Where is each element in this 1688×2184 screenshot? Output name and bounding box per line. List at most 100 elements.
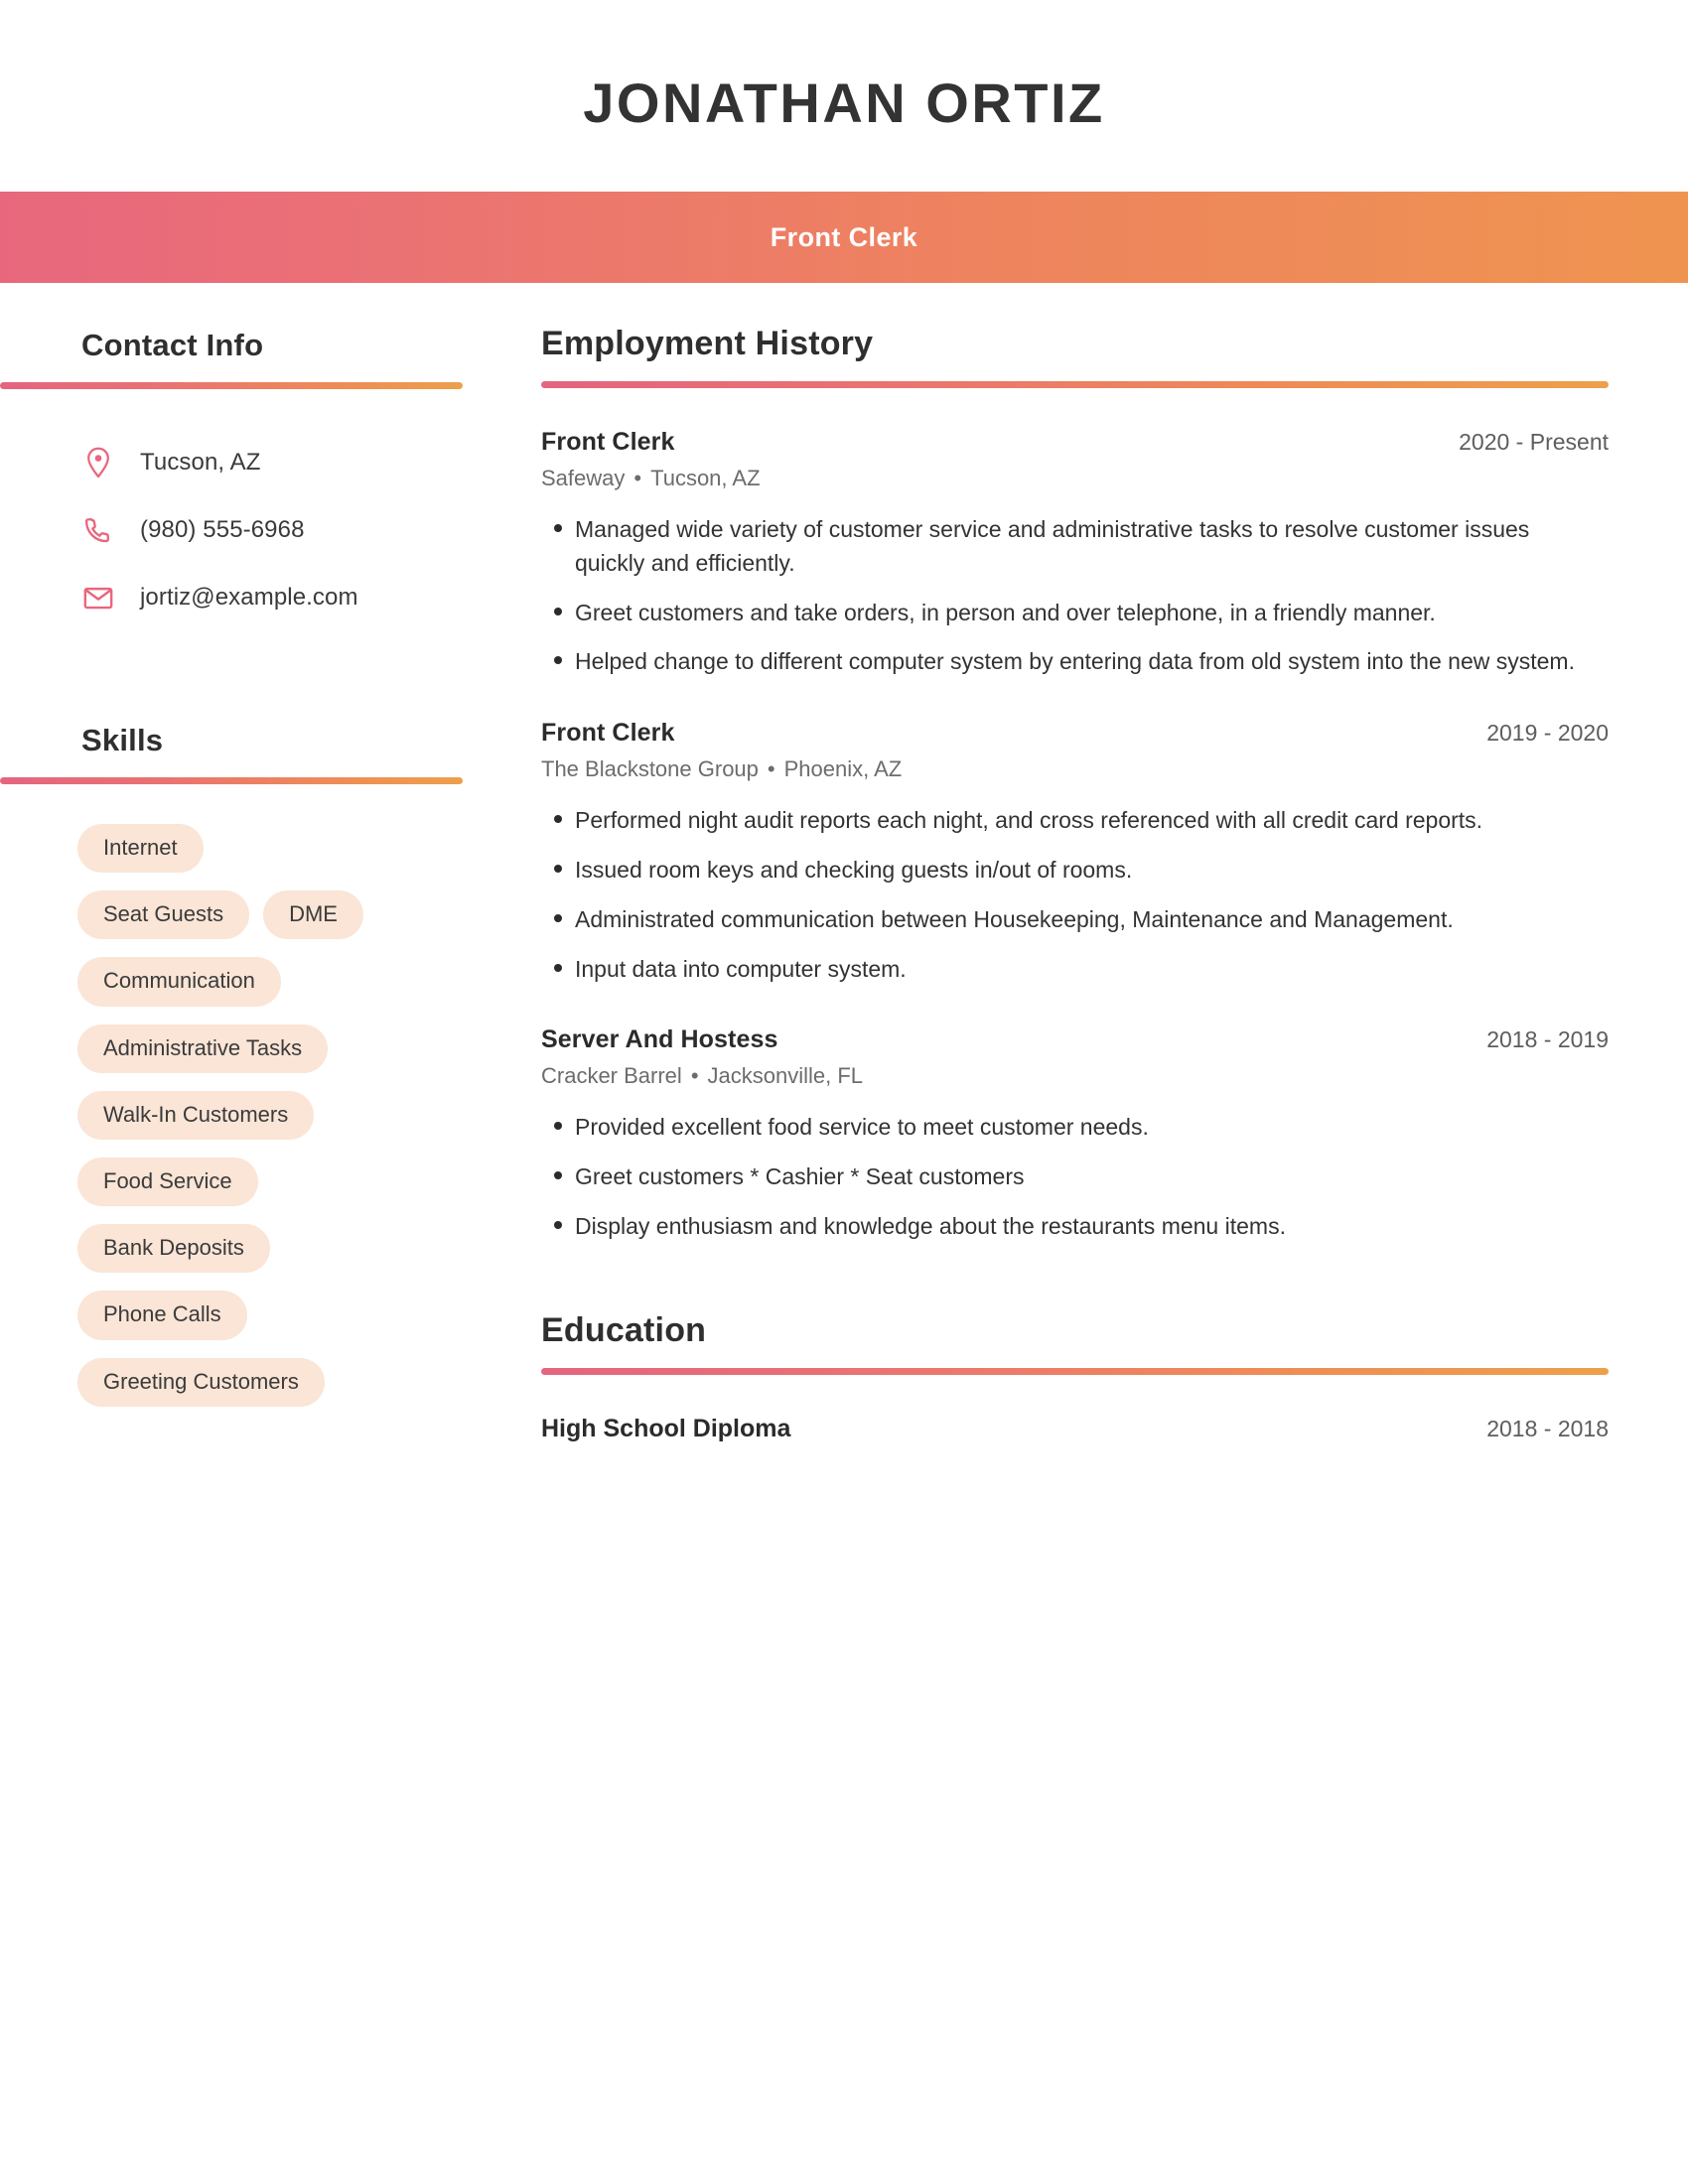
job-entry: Front Clerk 2019 - 2020 The Blackstone Gro… <box>541 719 1609 986</box>
bullet-dot-icon <box>541 645 575 665</box>
job-bullet-text: Greet customers * Cashier * Seat custome… <box>575 1163 1025 1190</box>
candidate-name: JONATHAN ORTIZ <box>583 71 1105 134</box>
contact-item-location: Tucson, AZ <box>81 429 541 496</box>
job-header: Front Clerk 2020 - Present <box>541 428 1609 457</box>
skills-divider <box>0 777 463 784</box>
job-bullet: Greet customers * Cashier * Seat custome… <box>541 1160 1609 1194</box>
education-divider <box>541 1367 1609 1375</box>
job-bullet: Provided excellent food service to meet … <box>541 1111 1609 1145</box>
education-section: Education High School Diploma 2018 - 2018 <box>541 1311 1609 1443</box>
job-bullet: Managed wide variety of customer service… <box>541 513 1609 581</box>
resume-body: Contact Info Tucson, AZ (980) 555-6968 j… <box>0 283 1688 1443</box>
envelope-icon <box>81 586 115 610</box>
employment-history-section: Employment History Front Clerk 2020 - Pre… <box>541 325 1609 1244</box>
job-company: Cracker Barrel <box>541 1063 682 1089</box>
bullet-dot-icon <box>541 1111 575 1131</box>
contact-phone-value: (980) 555-6968 <box>140 516 305 543</box>
bullet-dot-icon <box>541 1210 575 1229</box>
bullet-dot-icon <box>541 804 575 824</box>
job-bullet: Display enthusiasm and knowledge about t… <box>541 1210 1609 1244</box>
skills-list: Internet Seat Guests DME Communication Admin… <box>0 824 463 1407</box>
sidebar: Contact Info Tucson, AZ (980) 555-6968 j… <box>0 283 541 1407</box>
job-title: Front Clerk <box>541 719 675 748</box>
job-company-location: Safeway • Tucson, AZ <box>541 466 1609 491</box>
contact-item-email: jortiz@example.com <box>81 564 541 631</box>
job-bullet: Issued room keys and checking guests in/… <box>541 854 1609 887</box>
bullet-separator-icon: • <box>633 466 642 490</box>
location-pin-icon <box>81 447 115 478</box>
contact-list: Tucson, AZ (980) 555-6968 jortiz@example… <box>0 429 541 631</box>
job-list: Front Clerk 2020 - Present Safeway • Tucson,… <box>541 428 1609 1244</box>
job-bullet-text: Input data into computer system. <box>575 955 907 982</box>
job-bullet-text: Issued room keys and checking guests in/… <box>575 856 1133 883</box>
job-header: Front Clerk 2019 - 2020 <box>541 719 1609 748</box>
employment-history-divider <box>541 381 1609 388</box>
job-dates: 2018 - 2019 <box>1486 1026 1609 1053</box>
candidate-job-title: Front Clerk <box>770 221 918 252</box>
education-entry: High School Diploma 2018 - 2018 <box>541 1415 1609 1443</box>
job-header: Server And Hostess 2018 - 2019 <box>541 1025 1609 1054</box>
bullet-dot-icon <box>541 953 575 972</box>
job-title: Server And Hostess <box>541 1025 778 1054</box>
job-company: Safeway <box>541 466 626 490</box>
job-bullet: Input data into computer system. <box>541 953 1609 987</box>
skill-pill: Communication <box>77 957 281 1007</box>
job-location: Tucson, AZ <box>650 466 761 490</box>
job-dates: 2020 - Present <box>1459 429 1609 455</box>
bullet-dot-icon <box>541 513 575 532</box>
skill-pill: DME <box>263 890 363 940</box>
bullet-dot-icon <box>541 1160 575 1180</box>
job-location: Jacksonville, FL <box>707 1063 864 1089</box>
job-bullet: Administrated communication between Hous… <box>541 903 1609 937</box>
contact-location-value: Tucson, AZ <box>140 449 261 476</box>
job-bullet: Helped change to different computer syst… <box>541 645 1609 679</box>
job-entry: Server And Hostess 2018 - 2019 Cracker Bar… <box>541 1025 1609 1243</box>
job-title: Front Clerk <box>541 428 675 456</box>
main-column: Employment History Front Clerk 2020 - Pre… <box>541 283 1688 1443</box>
employment-history-heading: Employment History <box>541 325 874 362</box>
job-bullet-text: Provided excellent food service to meet … <box>575 1114 1149 1141</box>
job-bullet-text: Helped change to different computer syst… <box>575 648 1575 675</box>
job-bullet-text: Greet customers and take orders, in pers… <box>575 599 1436 625</box>
contact-info-section: Contact Info Tucson, AZ (980) 555-6968 j… <box>0 328 541 631</box>
job-bullet-list: Performed night audit reports each night… <box>541 804 1609 986</box>
skill-pill: Phone Calls <box>77 1291 247 1340</box>
skill-pill: Administrative Tasks <box>77 1024 329 1073</box>
contact-info-heading: Contact Info <box>81 328 264 362</box>
job-company-location: Cracker Barrel • Jacksonville, FL <box>541 1063 1609 1089</box>
skill-pill: Seat Guests <box>77 890 250 940</box>
job-location: Phoenix, AZ <box>783 756 903 782</box>
bullet-dot-icon <box>541 854 575 873</box>
job-bullet-list: Provided excellent food service to meet … <box>541 1111 1609 1243</box>
job-entry: Front Clerk 2020 - Present Safeway • Tucson,… <box>541 428 1609 679</box>
skill-pill: Food Service <box>77 1157 258 1207</box>
skills-section: Skills Internet Seat Guests DME Communicati… <box>0 723 541 1407</box>
job-bullet-text: Display enthusiasm and knowledge about t… <box>575 1212 1286 1239</box>
job-bullet-text: Performed night audit reports each night… <box>575 807 1483 834</box>
skills-heading: Skills <box>81 723 164 757</box>
bullet-dot-icon <box>541 597 575 615</box>
skill-pill: Internet <box>77 824 204 874</box>
job-bullet: Greet customers and take orders, in pers… <box>541 597 1609 630</box>
bullet-dot-icon <box>541 903 575 922</box>
job-dates: 2019 - 2020 <box>1486 720 1609 747</box>
job-company-location: The Blackstone Group • Phoenix, AZ <box>541 756 1609 782</box>
skill-pill: Greeting Customers <box>77 1357 325 1407</box>
education-degree: High School Diploma <box>541 1414 791 1442</box>
job-bullet: Performed night audit reports each night… <box>541 804 1609 838</box>
bullet-separator-icon: • <box>767 756 775 782</box>
skill-pill: Walk-In Customers <box>77 1090 315 1140</box>
job-company: The Blackstone Group <box>541 756 759 782</box>
contact-email-value: jortiz@example.com <box>140 584 358 611</box>
contact-info-divider <box>0 382 463 389</box>
job-title-band: Front Clerk <box>0 192 1688 283</box>
bullet-separator-icon: • <box>690 1063 699 1089</box>
contact-item-phone: (980) 555-6968 <box>81 496 541 564</box>
skill-pill: Bank Deposits <box>77 1224 270 1274</box>
job-bullet-list: Managed wide variety of customer service… <box>541 513 1609 679</box>
resume-header: JONATHAN ORTIZ <box>0 0 1688 192</box>
education-heading: Education <box>541 1310 707 1349</box>
phone-icon <box>81 516 115 544</box>
education-dates: 2018 - 2018 <box>1486 1415 1609 1441</box>
job-bullet-text: Administrated communication between Hous… <box>575 905 1454 932</box>
